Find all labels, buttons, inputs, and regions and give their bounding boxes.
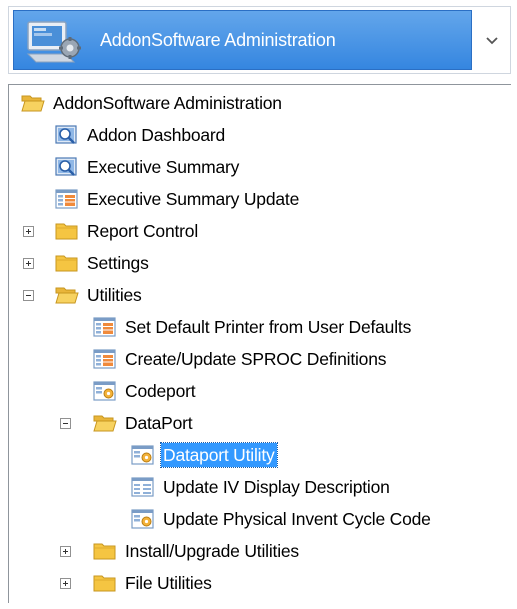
tree-node-label[interactable]: Executive Summary Update [85, 187, 301, 211]
tree-node-addon-dashboard[interactable]: Addon Dashboard [9, 120, 509, 150]
process-icon [131, 444, 155, 466]
tree-node-label[interactable]: Set Default Printer from User Defaults [123, 315, 413, 339]
folder-icon [93, 540, 117, 562]
expand-toggle-icon[interactable] [23, 258, 34, 269]
tree-node-addonsoftware-administration[interactable]: AddonSoftware Administration [9, 88, 509, 118]
tree-node-label[interactable]: Update IV Display Description [161, 475, 392, 499]
tree-node-create-update-sproc-definitions[interactable]: Create/Update SPROC Definitions [9, 344, 509, 374]
chevron-down-icon[interactable] [479, 25, 505, 55]
expand-toggle-icon[interactable] [23, 226, 34, 237]
collapse-toggle-icon[interactable] [23, 290, 34, 301]
tree-node-dataport-utility[interactable]: Dataport Utility [9, 440, 509, 470]
tree-node-install-upgrade-utilities[interactable]: Install/Upgrade Utilities [9, 536, 509, 566]
folder-open-icon [21, 92, 45, 114]
tree-node-label[interactable]: Executive Summary [85, 155, 241, 179]
tree-node-label[interactable]: DataPort [123, 411, 194, 435]
tree-node-label[interactable]: Report Control [85, 219, 200, 243]
form-icon [93, 348, 117, 370]
tree-node-update-physical-invent-cycle-code[interactable]: Update Physical Invent Cycle Code [9, 504, 509, 534]
tree-node-dataport[interactable]: DataPort [9, 408, 509, 438]
form-icon [93, 316, 117, 338]
folder-open-icon [93, 412, 117, 434]
tree-node-update-iv-display-description[interactable]: Update IV Display Description [9, 472, 509, 502]
grid-form-icon [131, 476, 155, 498]
module-selector-label: AddonSoftware Administration [100, 30, 336, 50]
module-selector-dropdown[interactable]: AddonSoftware Administration [8, 6, 511, 74]
tree-node-label[interactable]: Utilities [85, 283, 144, 307]
admin-computer-icon [26, 21, 81, 63]
tree-node-label[interactable]: Install/Upgrade Utilities [123, 539, 301, 563]
tree-node-label[interactable]: File Utilities [123, 571, 214, 595]
tree-node-label[interactable]: Create/Update SPROC Definitions [123, 347, 388, 371]
form-icon [55, 188, 79, 210]
folder-icon [55, 220, 79, 242]
folder-open-icon [55, 284, 79, 306]
process-icon [93, 380, 117, 402]
tree-node-label[interactable]: AddonSoftware Administration [51, 91, 284, 115]
navigation-tree[interactable]: AddonSoftware Administration Addon Dashbo… [8, 84, 511, 603]
module-selector-current[interactable]: AddonSoftware Administration [13, 10, 472, 70]
tree-node-utilities[interactable]: Utilities [9, 280, 509, 310]
tree-node-label[interactable]: Addon Dashboard [85, 123, 227, 147]
tree-node-label[interactable]: Settings [85, 251, 151, 275]
module-selector-area: AddonSoftware Administration [0, 0, 517, 82]
expand-toggle-icon[interactable] [60, 546, 71, 557]
tree-node-settings[interactable]: Settings [9, 248, 509, 278]
tree-node-label[interactable]: Dataport Utility [160, 442, 278, 468]
expand-toggle-icon[interactable] [60, 578, 71, 589]
tree-node-codeport[interactable]: Codeport [9, 376, 509, 406]
admin-navigator-window: AddonSoftware Administration AddonSoftwa… [0, 0, 517, 609]
tree-node-file-utilities[interactable]: File Utilities [9, 568, 509, 598]
collapse-toggle-icon[interactable] [60, 418, 71, 429]
process-icon [131, 508, 155, 530]
tree-node-label[interactable]: Update Physical Invent Cycle Code [161, 507, 433, 531]
dashboard-icon [55, 124, 79, 146]
folder-icon [55, 252, 79, 274]
dashboard-icon [55, 156, 79, 178]
tree-node-report-control[interactable]: Report Control [9, 216, 509, 246]
tree-node-label[interactable]: Codeport [123, 379, 197, 403]
tree-node-executive-summary[interactable]: Executive Summary [9, 152, 509, 182]
tree-node-executive-summary-update[interactable]: Executive Summary Update [9, 184, 509, 214]
folder-icon [93, 572, 117, 594]
tree-node-set-default-printer-from-user-defaults[interactable]: Set Default Printer from User Defaults [9, 312, 509, 342]
